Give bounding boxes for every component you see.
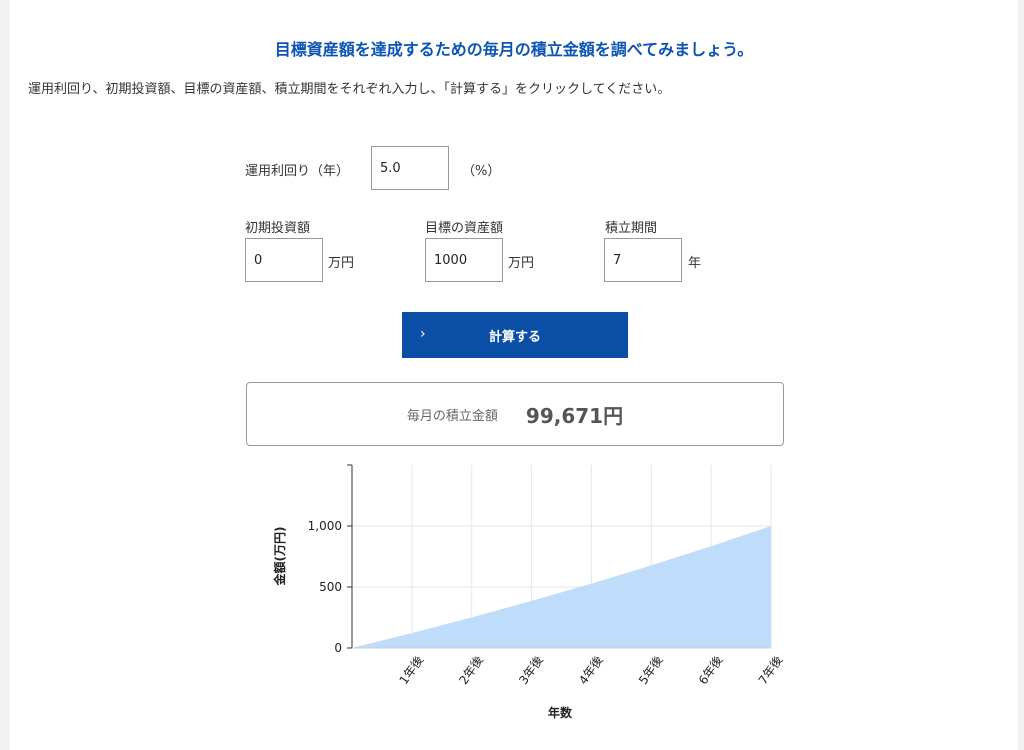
calculate-button-label: 計算する <box>488 329 541 345</box>
savings-area-chart: 0 500 1,000 1年後 2年後 3年後 4年後 5年後 6年後 7年後 金額(万円) 年数 <box>272 464 786 720</box>
result-value: 99,671円 <box>525 403 624 428</box>
x-tick-label: 1年後 <box>397 653 427 687</box>
x-tick-label: 7年後 <box>756 653 786 687</box>
rate-input[interactable] <box>371 146 449 190</box>
page: 目標資産額を達成するための毎月の積立金額を調べてみましょう。 運用利回り、初期投… <box>10 0 1018 750</box>
y-tick-label: 0 <box>334 641 342 655</box>
y-tick-label: 1,000 <box>308 519 342 533</box>
initial-unit: 万円 <box>328 256 355 271</box>
x-axis-title: 年数 <box>548 705 573 720</box>
rate-unit: （%） <box>462 164 501 179</box>
initial-label: 初期投資額 <box>245 221 311 236</box>
period-unit: 年 <box>688 256 702 271</box>
x-tick-label: 4年後 <box>576 653 606 687</box>
period-input[interactable] <box>604 238 682 282</box>
period-label: 積立期間 <box>605 221 658 236</box>
instruction-text: 運用利回り、初期投資額、目標の資産額、積立期間をそれぞれ入力し、「計算する」をク… <box>28 82 671 97</box>
x-tick-label: 6年後 <box>696 653 726 687</box>
x-tick-label: 5年後 <box>636 653 666 687</box>
x-tick-label: 2年後 <box>456 653 486 687</box>
initial-input[interactable] <box>245 238 323 282</box>
result-box: 毎月の積立金額 99,671円 <box>246 382 784 446</box>
x-tick-label: 3年後 <box>516 653 546 687</box>
target-label: 目標の資産額 <box>425 221 504 236</box>
chevron-right-icon: › <box>420 326 426 342</box>
target-unit: 万円 <box>508 256 535 271</box>
calculate-button[interactable]: › 計算する <box>402 312 628 358</box>
target-input[interactable] <box>425 238 503 282</box>
rate-label: 運用利回り（年） <box>245 164 350 179</box>
y-axis-title: 金額(万円) <box>272 527 287 587</box>
page-heading: 目標資産額を達成するための毎月の積立金額を調べてみましょう。 <box>274 40 754 59</box>
y-tick-label: 500 <box>319 580 342 594</box>
result-label: 毎月の積立金額 <box>406 408 498 424</box>
